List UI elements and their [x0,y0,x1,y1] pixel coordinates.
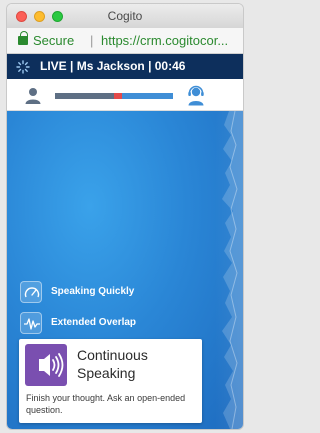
agent-talk-segment [122,93,173,99]
address-separator: | [90,33,94,48]
cue-label: Speaking Quickly [51,286,135,297]
guidance-panel: Speaking Quickly Extended Overlap Contin… [7,111,243,429]
live-call-bar: LIVE | Ms Jackson | 00:46 [7,54,243,79]
cogito-logo-icon [16,60,30,74]
cue-label: Extended Overlap [51,317,137,328]
address-url[interactable]: https://crm.cogitocor... [101,28,228,53]
notification-card[interactable]: Continuous Speaking Finish your thought.… [19,339,202,423]
speedometer-icon [20,281,42,303]
talk-balance-meter [55,93,173,99]
customer-icon [25,88,41,104]
customer-talk-segment [55,93,114,99]
call-status: LIVE | Ms Jackson | 00:46 [40,59,186,73]
notification-title: Continuous Speaking [77,347,148,381]
secure-label: Secure [33,33,75,48]
speech-timeline [215,111,243,429]
talk-balance-bar [7,79,243,111]
title-bar: Cogito [7,4,243,28]
lock-icon [18,31,28,45]
speech-waveform-icon [222,111,243,429]
address-bar[interactable]: Secure | https://crm.cogitocor... [7,28,243,54]
agent-headset-icon [188,85,204,106]
notification-body: Finish your thought. Ask an open-ended q… [26,393,186,415]
overlap-segment [114,93,123,99]
window-title: Cogito [107,9,143,23]
overlap-wave-icon [20,312,42,334]
speaking-icon [25,344,67,386]
browser-window: Cogito Secure | https://crm.cogitocor...… [7,4,243,429]
